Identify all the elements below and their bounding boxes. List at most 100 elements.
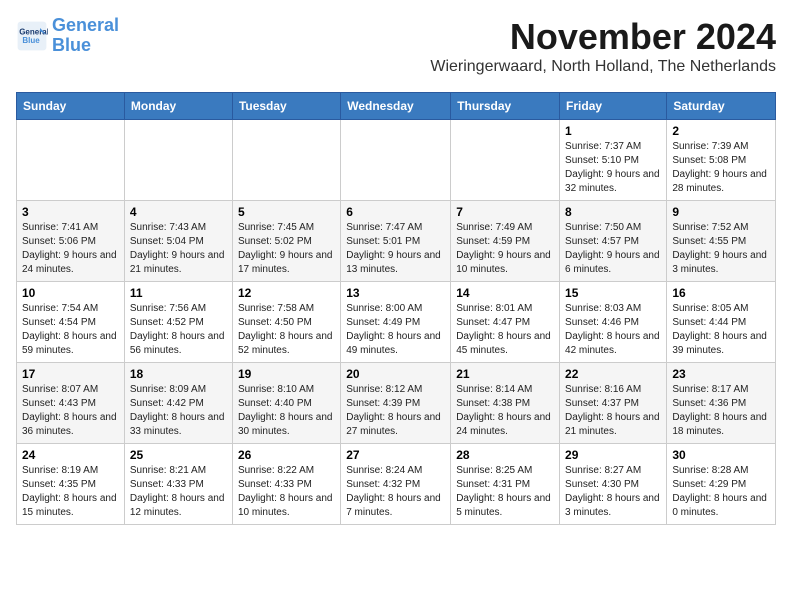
week-row-3: 10 Sunrise: 7:54 AM Sunset: 4:54 PM Dayli…	[17, 282, 776, 363]
day-number: 23	[672, 367, 770, 381]
day-number: 29	[565, 448, 661, 462]
day-info: Sunrise: 7:45 AM Sunset: 5:02 PM Dayligh…	[238, 221, 335, 277]
day-info: Sunrise: 8:24 AM Sunset: 4:32 PM Dayligh…	[346, 464, 445, 520]
day-number: 4	[130, 205, 227, 219]
logo-text: General Blue	[52, 16, 119, 56]
calendar-cell: 17Sunrise: 8:07 AM Sunset: 4:43 PM Dayli…	[17, 363, 125, 444]
day-number: 7	[456, 205, 554, 219]
day-number: 27	[346, 448, 445, 462]
day-number: 28	[456, 448, 554, 462]
day-number: 30	[672, 448, 770, 462]
logo-line1: General	[52, 15, 119, 35]
day-info: Sunrise: 7:37 AM Sunset: 5:10 PM Dayligh…	[565, 140, 661, 196]
calendar-cell: 5 Sunrise: 7:45 AM Sunset: 5:02 PM Daylig…	[232, 201, 340, 282]
day-info: Sunrise: 7:39 AM Sunset: 5:08 PM Dayligh…	[672, 140, 770, 196]
day-info: Sunrise: 8:05 AM Sunset: 4:44 PM Dayligh…	[672, 302, 770, 358]
calendar-cell: 6 Sunrise: 7:47 AM Sunset: 5:01 PM Daylig…	[341, 201, 451, 282]
calendar-cell: 3Sunrise: 7:41 AM Sunset: 5:06 PM Daylig…	[17, 201, 125, 282]
day-info: Sunrise: 8:09 AM Sunset: 4:42 PM Dayligh…	[130, 383, 227, 439]
day-header-friday: Friday	[560, 93, 667, 120]
calendar-cell	[124, 120, 232, 201]
day-number: 13	[346, 286, 445, 300]
day-number: 3	[22, 205, 119, 219]
day-header-saturday: Saturday	[667, 93, 776, 120]
day-header-tuesday: Tuesday	[232, 93, 340, 120]
day-info: Sunrise: 8:03 AM Sunset: 4:46 PM Dayligh…	[565, 302, 661, 358]
day-info: Sunrise: 7:58 AM Sunset: 4:50 PM Dayligh…	[238, 302, 335, 358]
day-number: 25	[130, 448, 227, 462]
day-number: 12	[238, 286, 335, 300]
day-header-wednesday: Wednesday	[341, 93, 451, 120]
day-number: 5	[238, 205, 335, 219]
day-info: Sunrise: 7:54 AM Sunset: 4:54 PM Dayligh…	[22, 302, 119, 358]
calendar-cell: 30Sunrise: 8:28 AM Sunset: 4:29 PM Dayli…	[667, 444, 776, 525]
day-info: Sunrise: 8:14 AM Sunset: 4:38 PM Dayligh…	[456, 383, 554, 439]
day-info: Sunrise: 7:50 AM Sunset: 4:57 PM Dayligh…	[565, 221, 661, 277]
day-number: 18	[130, 367, 227, 381]
day-info: Sunrise: 8:25 AM Sunset: 4:31 PM Dayligh…	[456, 464, 554, 520]
day-number: 19	[238, 367, 335, 381]
calendar-cell: 16Sunrise: 8:05 AM Sunset: 4:44 PM Dayli…	[667, 282, 776, 363]
calendar-cell: 13 Sunrise: 8:00 AM Sunset: 4:49 PM Dayli…	[341, 282, 451, 363]
calendar-cell: 20 Sunrise: 8:12 AM Sunset: 4:39 PM Dayli…	[341, 363, 451, 444]
calendar-cell: 11 Sunrise: 7:56 AM Sunset: 4:52 PM Dayli…	[124, 282, 232, 363]
days-header-row: SundayMondayTuesdayWednesdayThursdayFrid…	[17, 93, 776, 120]
month-title: November 2024	[430, 16, 776, 58]
day-info: Sunrise: 7:52 AM Sunset: 4:55 PM Dayligh…	[672, 221, 770, 277]
day-number: 24	[22, 448, 119, 462]
day-info: Sunrise: 7:43 AM Sunset: 5:04 PM Dayligh…	[130, 221, 227, 277]
day-info: Sunrise: 7:47 AM Sunset: 5:01 PM Dayligh…	[346, 221, 445, 277]
day-number: 22	[565, 367, 661, 381]
calendar-cell: 12 Sunrise: 7:58 AM Sunset: 4:50 PM Dayli…	[232, 282, 340, 363]
day-info: Sunrise: 8:00 AM Sunset: 4:49 PM Dayligh…	[346, 302, 445, 358]
day-header-sunday: Sunday	[17, 93, 125, 120]
day-number: 6	[346, 205, 445, 219]
day-number: 11	[130, 286, 227, 300]
calendar-cell: 25Sunrise: 8:21 AM Sunset: 4:33 PM Dayli…	[124, 444, 232, 525]
day-info: Sunrise: 8:27 AM Sunset: 4:30 PM Dayligh…	[565, 464, 661, 520]
day-info: Sunrise: 8:22 AM Sunset: 4:33 PM Dayligh…	[238, 464, 335, 520]
calendar-cell: 4 Sunrise: 7:43 AM Sunset: 5:04 PM Daylig…	[124, 201, 232, 282]
calendar-body: 1Sunrise: 7:37 AM Sunset: 5:10 PM Daylig…	[17, 120, 776, 525]
day-number: 17	[22, 367, 119, 381]
day-info: Sunrise: 8:10 AM Sunset: 4:40 PM Dayligh…	[238, 383, 335, 439]
calendar-cell: 1Sunrise: 7:37 AM Sunset: 5:10 PM Daylig…	[560, 120, 667, 201]
calendar-cell: 18 Sunrise: 8:09 AM Sunset: 4:42 PM Dayli…	[124, 363, 232, 444]
day-number: 20	[346, 367, 445, 381]
week-row-2: 3Sunrise: 7:41 AM Sunset: 5:06 PM Daylig…	[17, 201, 776, 282]
calendar-cell: 14 Sunrise: 8:01 AM Sunset: 4:47 PM Dayli…	[451, 282, 560, 363]
calendar-cell: 29 Sunrise: 8:27 AM Sunset: 4:30 PM Dayli…	[560, 444, 667, 525]
day-number: 15	[565, 286, 661, 300]
day-number: 2	[672, 124, 770, 138]
calendar-cell: 27 Sunrise: 8:24 AM Sunset: 4:32 PM Dayli…	[341, 444, 451, 525]
day-number: 14	[456, 286, 554, 300]
day-number: 9	[672, 205, 770, 219]
calendar-cell: 28 Sunrise: 8:25 AM Sunset: 4:31 PM Dayli…	[451, 444, 560, 525]
day-info: Sunrise: 8:17 AM Sunset: 4:36 PM Dayligh…	[672, 383, 770, 439]
logo-line2: Blue	[52, 35, 91, 55]
week-row-1: 1Sunrise: 7:37 AM Sunset: 5:10 PM Daylig…	[17, 120, 776, 201]
calendar-cell: 19 Sunrise: 8:10 AM Sunset: 4:40 PM Dayli…	[232, 363, 340, 444]
day-info: Sunrise: 8:12 AM Sunset: 4:39 PM Dayligh…	[346, 383, 445, 439]
calendar-cell: 2 Sunrise: 7:39 AM Sunset: 5:08 PM Daylig…	[667, 120, 776, 201]
day-header-monday: Monday	[124, 93, 232, 120]
day-info: Sunrise: 8:01 AM Sunset: 4:47 PM Dayligh…	[456, 302, 554, 358]
calendar-cell: 22 Sunrise: 8:16 AM Sunset: 4:37 PM Dayli…	[560, 363, 667, 444]
week-row-4: 17Sunrise: 8:07 AM Sunset: 4:43 PM Dayli…	[17, 363, 776, 444]
calendar-cell: 10 Sunrise: 7:54 AM Sunset: 4:54 PM Dayli…	[17, 282, 125, 363]
calendar-cell	[232, 120, 340, 201]
day-info: Sunrise: 7:56 AM Sunset: 4:52 PM Dayligh…	[130, 302, 227, 358]
day-number: 10	[22, 286, 119, 300]
day-info: Sunrise: 8:16 AM Sunset: 4:37 PM Dayligh…	[565, 383, 661, 439]
calendar-cell: 15 Sunrise: 8:03 AM Sunset: 4:46 PM Dayli…	[560, 282, 667, 363]
day-number: 8	[565, 205, 661, 219]
calendar-cell: 24Sunrise: 8:19 AM Sunset: 4:35 PM Dayli…	[17, 444, 125, 525]
title-section: November 2024 Wieringerwaard, North Holl…	[430, 16, 776, 84]
week-row-5: 24Sunrise: 8:19 AM Sunset: 4:35 PM Dayli…	[17, 444, 776, 525]
day-header-thursday: Thursday	[451, 93, 560, 120]
svg-text:Blue: Blue	[22, 36, 40, 45]
day-number: 26	[238, 448, 335, 462]
calendar-table: SundayMondayTuesdayWednesdayThursdayFrid…	[16, 92, 776, 525]
calendar-cell	[451, 120, 560, 201]
day-number: 21	[456, 367, 554, 381]
